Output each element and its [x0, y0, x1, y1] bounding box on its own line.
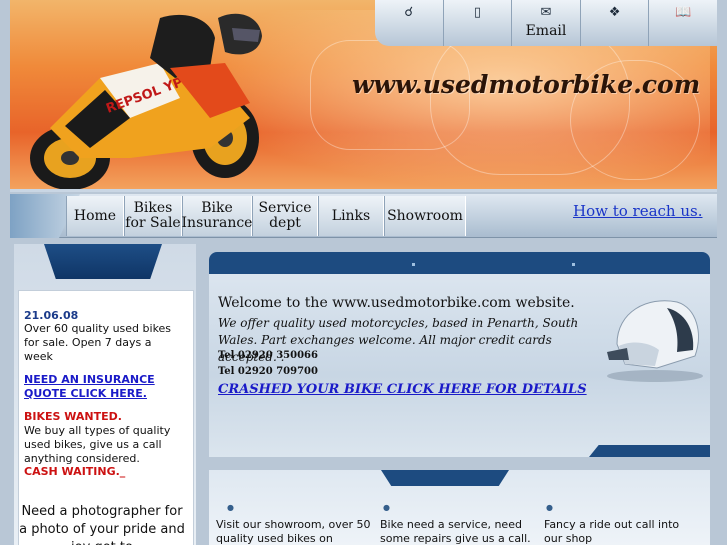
bikes-wanted-heading: BIKES WANTED. [24, 410, 122, 423]
main-navigation: Home Bikes for Sale Bike Insurance Servi… [10, 194, 717, 238]
nav-service-dept[interactable]: Service dept [252, 196, 318, 236]
welcome-panel-footer-bar [589, 445, 710, 457]
sitemap-icon: ❖ [608, 5, 621, 20]
sidebar-tab-decoration [44, 244, 162, 279]
telephone-1: Tel 02920 350066 [218, 350, 318, 361]
bullet-icon: ● [383, 503, 390, 512]
service-blurb: Bike need a service, need some repairs g… [380, 518, 531, 545]
help-button[interactable]: ☌ [375, 0, 443, 46]
telephone-2: Tel 02920 709700 [218, 366, 318, 377]
photographer-text: Need a photographer for a photo of your … [19, 504, 185, 545]
header-banner: REPSOL YPF www.usedmotorbike.com ☌ ▯ ✉ E… [10, 0, 717, 192]
help-icon: ☌ [404, 5, 414, 20]
shop-blurb: Fancy a ride out call into our shop [544, 518, 680, 545]
news-date: 21.06.08 [24, 309, 79, 322]
nav-links[interactable]: Links [318, 196, 384, 236]
bullet-icon: ● [227, 503, 234, 512]
nav-bikes-for-sale[interactable]: Bikes for Sale [124, 196, 182, 236]
bar-dot [572, 263, 575, 266]
welcome-panel-header-bar [209, 252, 710, 274]
motorbike-rider-image: REPSOL YPF [30, 13, 262, 189]
bullet-icon: ● [546, 503, 553, 512]
document-button[interactable]: ▯ [442, 0, 512, 46]
how-to-reach-link[interactable]: How to reach us. [573, 202, 703, 220]
services-tab-decoration [381, 470, 509, 486]
welcome-heading: Welcome to the www.usedmotorbike.com web… [218, 295, 575, 311]
book-icon: 📖 [675, 5, 692, 20]
crashed-bike-link[interactable]: CRASHED YOUR BIKE CLICK HERE FOR DETAILS [218, 382, 587, 397]
site-title: www.usedmotorbike.com [352, 70, 701, 99]
nav-home[interactable]: Home [66, 196, 124, 236]
showroom-blurb: Visit our showroom, over 50 quality used… [216, 518, 371, 545]
guestbook-button[interactable]: 📖 [648, 0, 717, 46]
bar-dot [412, 263, 415, 266]
nav-bike-insurance[interactable]: Bike Insurance [182, 196, 252, 236]
document-icon: ▯ [473, 5, 481, 20]
cash-waiting-link[interactable]: CASH WAITING._ [24, 465, 174, 479]
bikes-wanted-text: We buy all types of quality used bikes, … [24, 424, 171, 465]
news-text: Over 60 quality used bikes for sale. Ope… [24, 322, 172, 363]
email-label: Email [525, 23, 567, 39]
nav-showroom[interactable]: Showroom [384, 196, 466, 236]
email-icon: ✉ [540, 5, 552, 20]
email-button[interactable]: ✉ Email [511, 0, 580, 46]
top-toolbar: ☌ ▯ ✉ Email ❖ 📖 [375, 0, 717, 46]
helmet-image [607, 300, 703, 382]
sitemap-button[interactable]: ❖ [579, 0, 649, 46]
services-panel: ● ● ● Visit our showroom, over 50 qualit… [209, 470, 710, 545]
welcome-panel: Welcome to the www.usedmotorbike.com web… [209, 252, 710, 457]
insurance-quote-link[interactable]: NEED AN INSURANCE QUOTE CLICK HERE. [24, 373, 174, 401]
